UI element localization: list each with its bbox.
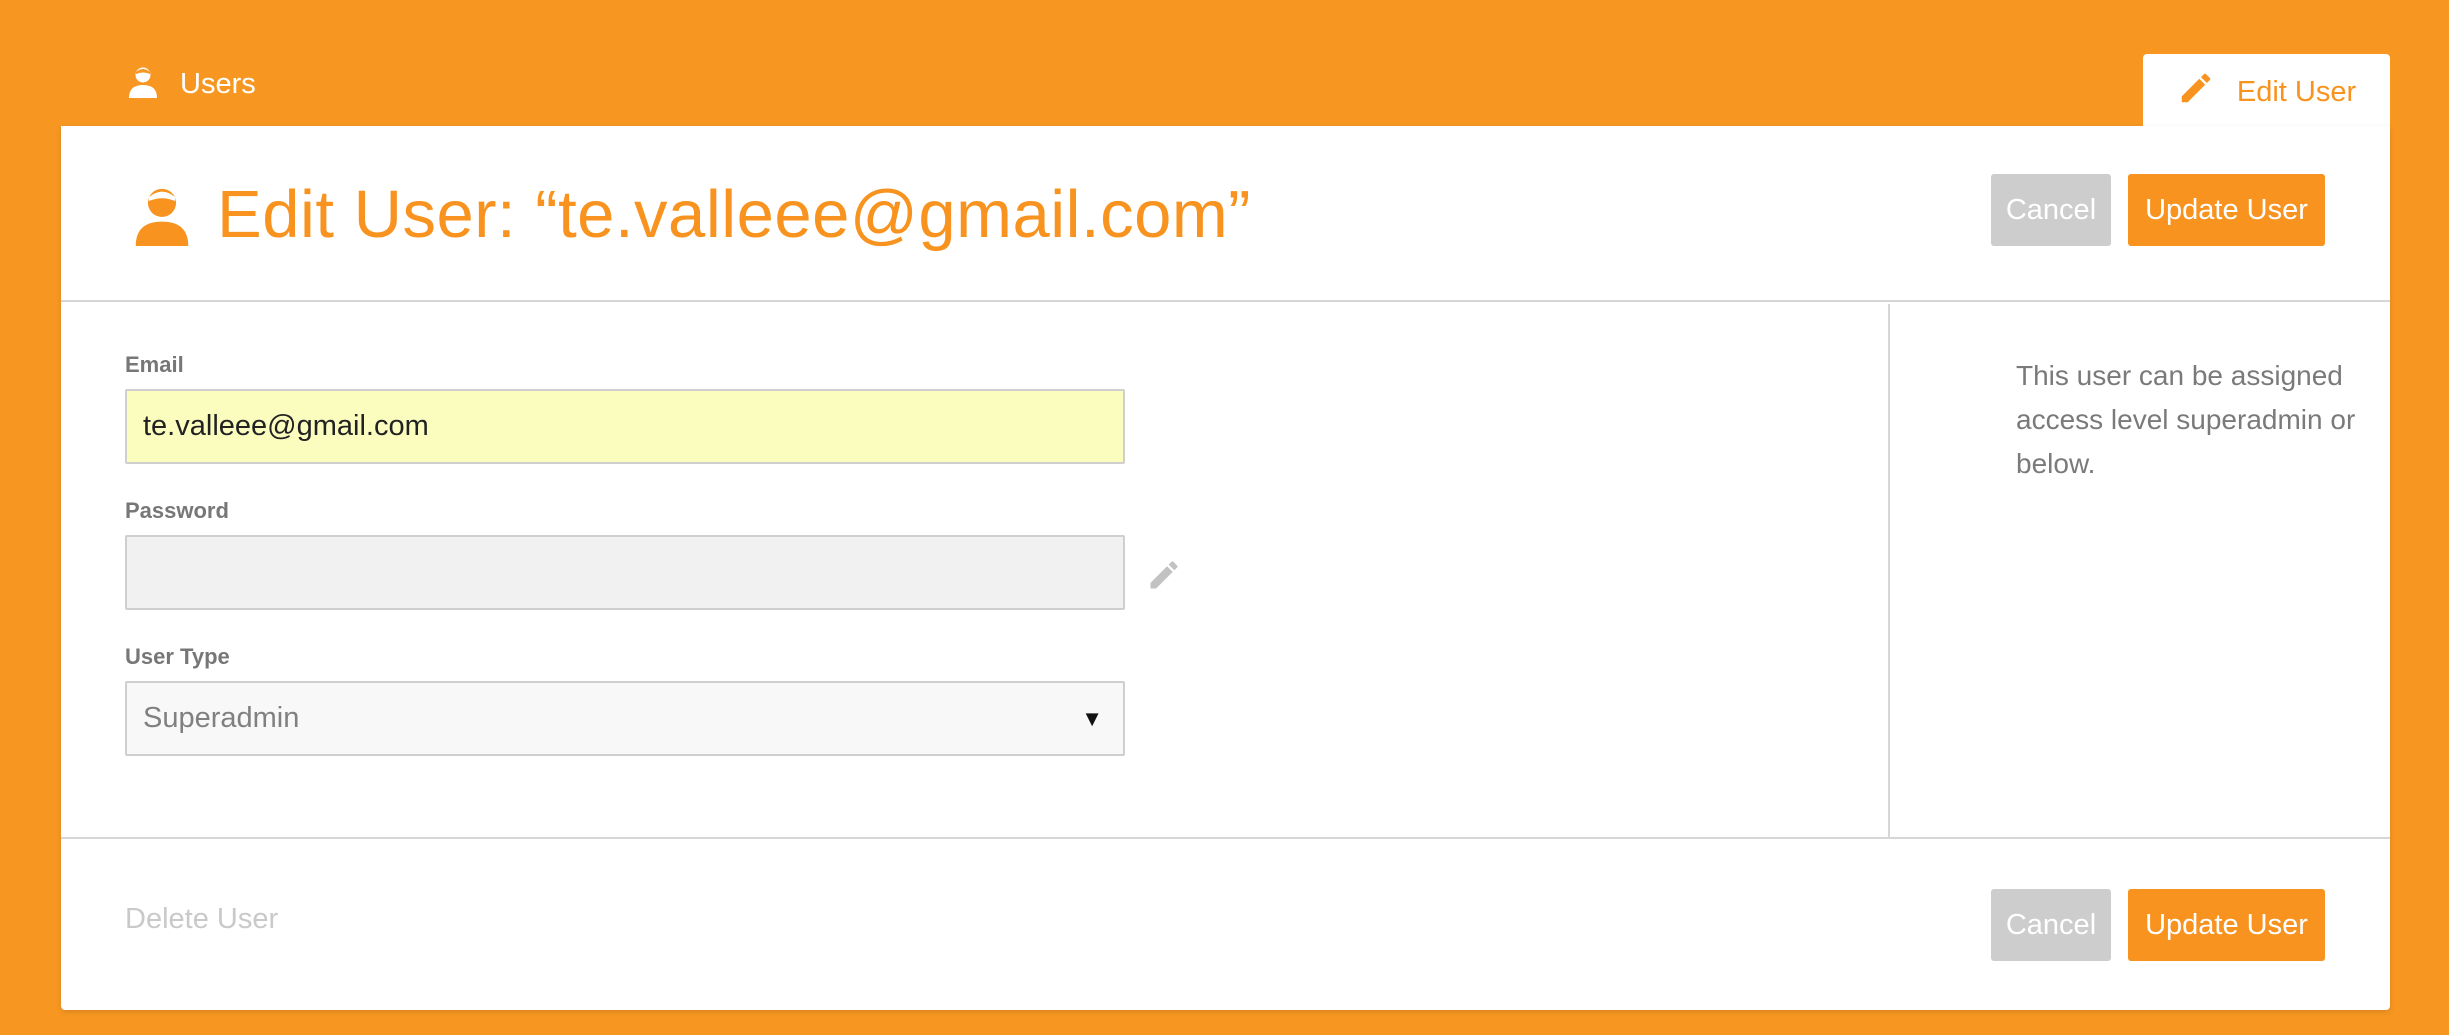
user-type-select[interactable]: Superadmin ▼	[125, 681, 1125, 756]
pencil-icon[interactable]	[1146, 557, 1182, 598]
update-user-button[interactable]: Update User	[2128, 174, 2325, 246]
pencil-icon	[2177, 69, 2215, 115]
tab-edit-user[interactable]: Edit User	[2143, 54, 2390, 130]
email-label: Email	[125, 352, 184, 377]
password-label: Password	[125, 498, 229, 523]
tab-edit-user-label: Edit User	[2236, 75, 2357, 108]
user-type-label: User Type	[125, 644, 230, 669]
user-form: Email te.valleee@gmail.com Password User…	[61, 304, 1890, 839]
nav-users-link[interactable]: Users	[128, 64, 256, 104]
user-icon	[133, 186, 191, 251]
password-field[interactable]	[125, 535, 1125, 610]
cancel-button[interactable]: Cancel	[1991, 174, 2111, 246]
card-footer: Delete User Cancel Update User	[61, 841, 2390, 1010]
edit-user-card: Edit User: “te.valleee@gmail.com” Cancel…	[61, 126, 2390, 1010]
footer-update-user-button[interactable]: Update User	[2128, 889, 2325, 961]
email-field[interactable]: te.valleee@gmail.com	[125, 389, 1125, 464]
delete-user-link[interactable]: Delete User	[125, 903, 278, 936]
nav-users-label: Users	[180, 67, 256, 100]
caret-down-icon: ▼	[1081, 705, 1103, 731]
help-panel: This user can be assigned access level s…	[1892, 304, 2390, 839]
user-icon	[128, 66, 158, 103]
card-header: Edit User: “te.valleee@gmail.com” Cancel…	[61, 126, 2390, 302]
page-title: Edit User: “te.valleee@gmail.com”	[217, 177, 1251, 252]
card-body: Email te.valleee@gmail.com Password User…	[61, 304, 2390, 839]
user-type-value: Superadmin	[143, 702, 300, 734]
access-level-help-text: This user can be assigned access level s…	[2016, 360, 2356, 479]
footer-cancel-button[interactable]: Cancel	[1991, 889, 2111, 961]
